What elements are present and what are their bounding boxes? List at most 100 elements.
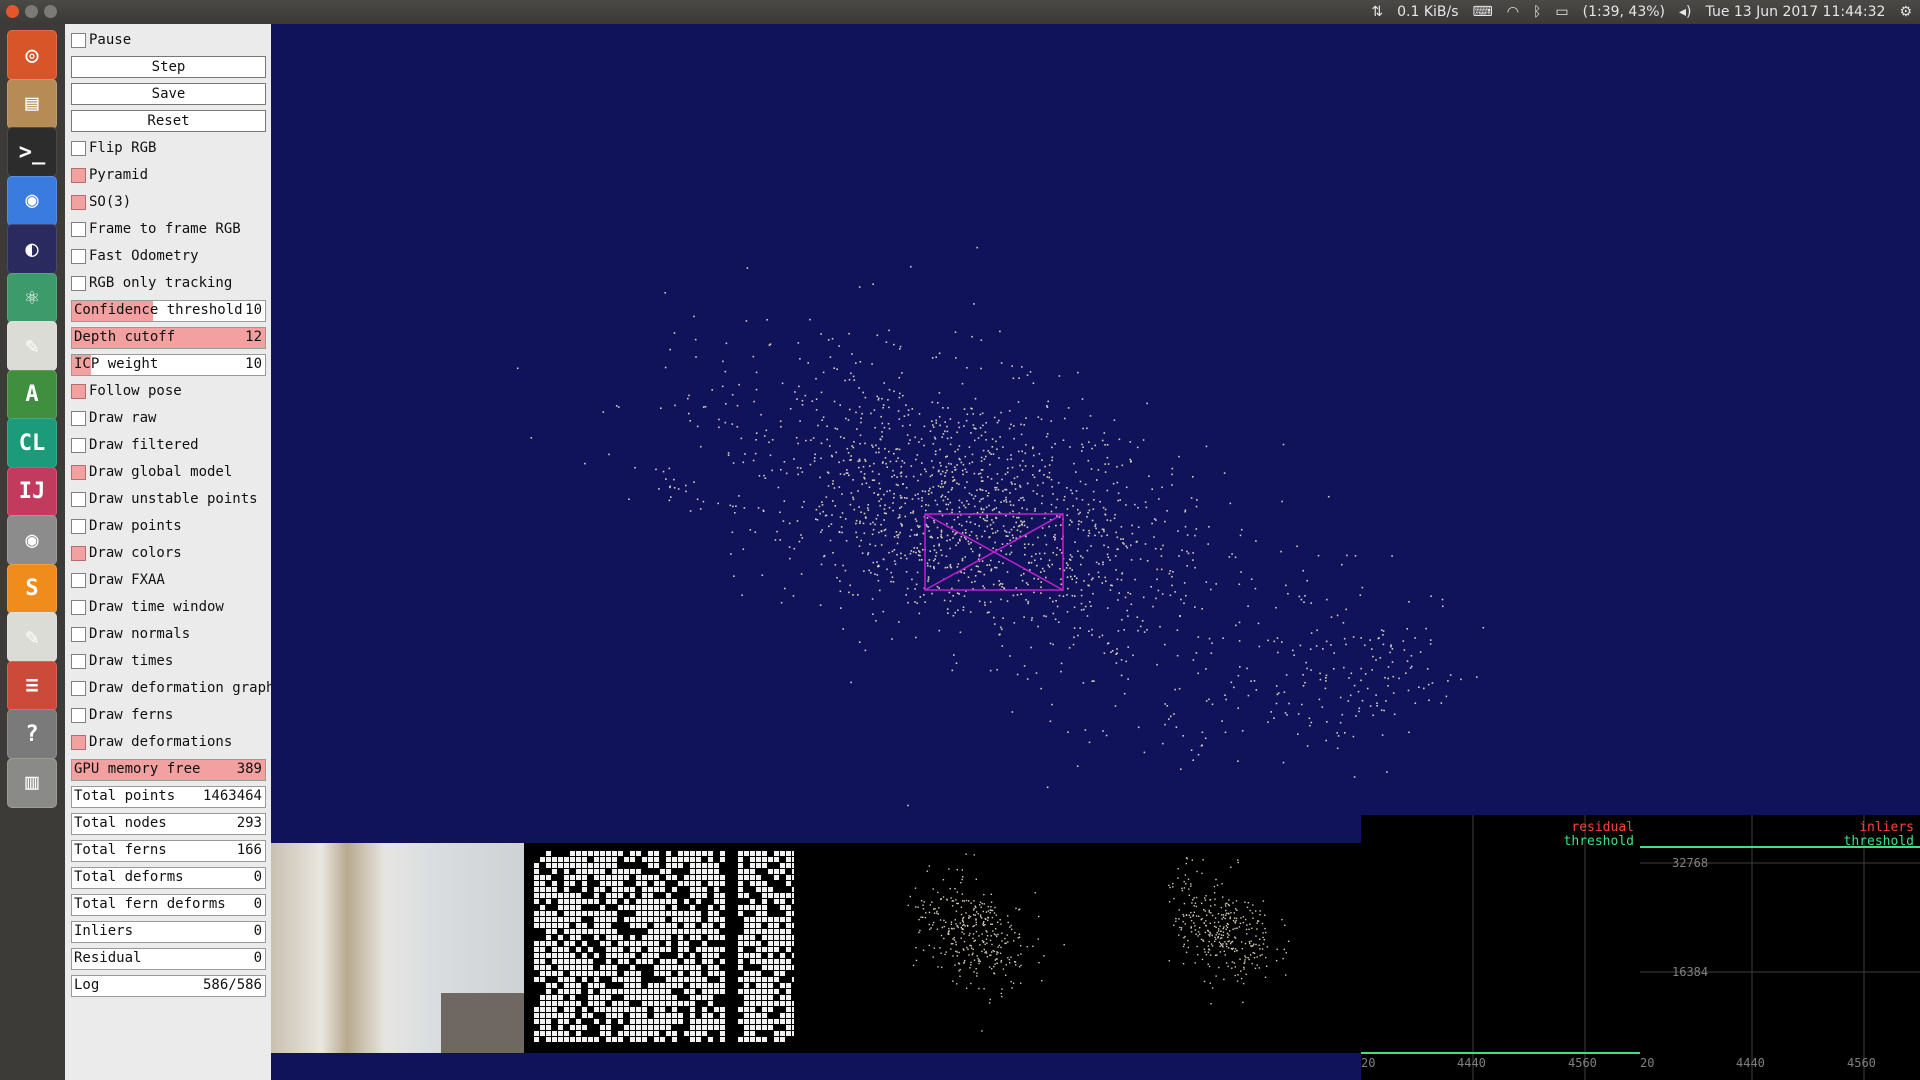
- depth-pixel: [750, 917, 755, 922]
- checkbox-box[interactable]: [71, 546, 86, 561]
- text-editor-icon[interactable]: ✎: [7, 321, 57, 371]
- draw-colors-checkbox[interactable]: Draw colors: [71, 543, 265, 565]
- atom-icon[interactable]: ⚛: [7, 272, 57, 323]
- draw-normals-checkbox[interactable]: Draw normals: [71, 624, 265, 646]
- checkbox-box[interactable]: [71, 411, 86, 426]
- pause-checkbox[interactable]: Pause: [71, 30, 265, 52]
- follow-pose-checkbox[interactable]: Follow pose: [71, 381, 265, 403]
- cloud-point: [1162, 544, 1164, 547]
- draw-unstable-points-checkbox[interactable]: Draw unstable points: [71, 489, 265, 511]
- so3-checkbox[interactable]: SO(3): [71, 192, 265, 214]
- chrome-icon[interactable]: ◉: [7, 175, 57, 226]
- cloud-point: [996, 473, 999, 475]
- draw-raw-checkbox[interactable]: Draw raw: [71, 408, 265, 430]
- stacked-apps-icon[interactable]: ≡: [7, 660, 57, 711]
- checkbox-box[interactable]: [71, 627, 86, 642]
- window-close-icon[interactable]: [6, 5, 19, 18]
- draw-ferns-checkbox[interactable]: Draw ferns: [71, 705, 265, 727]
- depth-cutoff-slider[interactable]: Depth cutoff 12: [71, 327, 266, 349]
- checkbox-box[interactable]: [71, 141, 86, 156]
- confidence-threshold-slider[interactable]: Confidence threshold 10: [71, 300, 266, 322]
- keyboard-icon[interactable]: ⌨: [1473, 4, 1493, 20]
- network-speed[interactable]: 0.1 KiB/s: [1397, 4, 1458, 20]
- model-point: [1204, 899, 1207, 901]
- checkbox-box[interactable]: [71, 654, 86, 669]
- pyramid-checkbox[interactable]: Pyramid: [71, 165, 265, 187]
- log-readout[interactable]: Log 586/586: [71, 975, 266, 997]
- fast-odometry-checkbox[interactable]: Fast Odometry: [71, 246, 265, 268]
- network-transfer-icon[interactable]: ⇅: [1371, 4, 1383, 20]
- flip-rgb-checkbox[interactable]: Flip RGB: [71, 138, 265, 160]
- save-button[interactable]: Save: [71, 83, 266, 105]
- checkbox-box[interactable]: [71, 573, 86, 588]
- reset-button[interactable]: Reset: [71, 110, 266, 132]
- depth-pixel: [708, 881, 713, 886]
- draw-fxaa-checkbox[interactable]: Draw FXAA: [71, 570, 265, 592]
- files-icon[interactable]: ▤: [7, 78, 57, 129]
- frame-to-frame-rgb-checkbox[interactable]: Frame to frame RGB: [71, 219, 265, 241]
- model-point: [1232, 928, 1234, 930]
- draw-points-checkbox[interactable]: Draw points: [71, 516, 265, 538]
- checkbox-box[interactable]: [71, 249, 86, 264]
- intellij-icon[interactable]: IJ: [7, 466, 57, 517]
- rgb-only-tracking-checkbox[interactable]: RGB only tracking: [71, 273, 265, 295]
- settings-gear-icon[interactable]: ⚙: [1899, 4, 1912, 20]
- checkbox-box[interactable]: [71, 708, 86, 723]
- cloud-point: [1327, 495, 1330, 498]
- clion-icon[interactable]: CL: [7, 418, 57, 468]
- checkbox-box[interactable]: [71, 195, 86, 210]
- icp-weight-slider[interactable]: ICP weight 10: [71, 354, 266, 376]
- window-maximize-icon[interactable]: [44, 5, 57, 18]
- model-point: [1236, 909, 1238, 911]
- volume-icon[interactable]: ◂): [1679, 4, 1692, 20]
- checkbox-box[interactable]: [71, 222, 86, 237]
- window-minimize-icon[interactable]: [25, 5, 38, 18]
- terminal-icon[interactable]: >_: [7, 127, 57, 177]
- cloud-point: [882, 610, 885, 613]
- help-icon[interactable]: ?: [7, 709, 57, 759]
- checkbox-box[interactable]: [71, 735, 86, 750]
- checkbox-box[interactable]: [71, 600, 86, 615]
- draw-times-checkbox[interactable]: Draw times: [71, 651, 265, 673]
- bluetooth-icon[interactable]: ᛒ: [1533, 4, 1541, 20]
- clock[interactable]: Tue 13 Jun 2017 11:44:32: [1706, 4, 1886, 20]
- cloud-point: [1021, 450, 1023, 453]
- checkbox-box[interactable]: [71, 384, 86, 399]
- draw-deformation-graph-checkbox[interactable]: Draw deformation graph: [71, 678, 274, 700]
- checkbox-box[interactable]: [71, 681, 86, 696]
- draw-time-window-checkbox[interactable]: Draw time window: [71, 597, 265, 619]
- cloud-point: [1088, 441, 1090, 443]
- checkbox-box[interactable]: [71, 465, 86, 480]
- checkbox-box[interactable]: [71, 168, 86, 183]
- draw-global-model-checkbox[interactable]: Draw global model: [71, 462, 265, 484]
- eye-app-icon[interactable]: ◉: [7, 515, 57, 565]
- checkbox-box[interactable]: [71, 492, 86, 507]
- wifi-icon[interactable]: ◠: [1507, 4, 1519, 20]
- eclipse-icon[interactable]: ◐: [7, 224, 57, 274]
- model-point: [1220, 906, 1222, 909]
- checkbox-box[interactable]: [71, 276, 86, 291]
- depth-pixel: [780, 971, 785, 976]
- draw-deformations-checkbox[interactable]: Draw deformations: [71, 732, 265, 754]
- sublime-text-icon[interactable]: S: [7, 563, 57, 614]
- android-studio-icon[interactable]: A: [7, 369, 57, 420]
- draw-filtered-checkbox[interactable]: Draw filtered: [71, 435, 265, 457]
- step-button[interactable]: Step: [71, 56, 266, 78]
- battery-status[interactable]: (1:39, 43%): [1583, 4, 1665, 20]
- depth-pixel: [600, 971, 605, 976]
- battery-icon[interactable]: ▭: [1555, 4, 1568, 20]
- model-point: [989, 939, 992, 942]
- depth-pixel: [744, 1037, 749, 1042]
- checkbox-box[interactable]: [71, 519, 86, 534]
- cloud-point: [993, 616, 995, 619]
- gedit-icon[interactable]: ✎: [7, 612, 57, 662]
- depth-pixel: [546, 899, 551, 904]
- cloud-point: [732, 505, 734, 508]
- checkbox-box[interactable]: [71, 438, 86, 453]
- cloud-point: [873, 479, 876, 481]
- trash-icon[interactable]: ▥: [7, 757, 57, 808]
- model-point: [961, 869, 963, 871]
- checkbox-box[interactable]: [71, 33, 86, 48]
- ubuntu-dash-icon[interactable]: ◎: [7, 30, 57, 80]
- cloud-point: [938, 587, 940, 589]
